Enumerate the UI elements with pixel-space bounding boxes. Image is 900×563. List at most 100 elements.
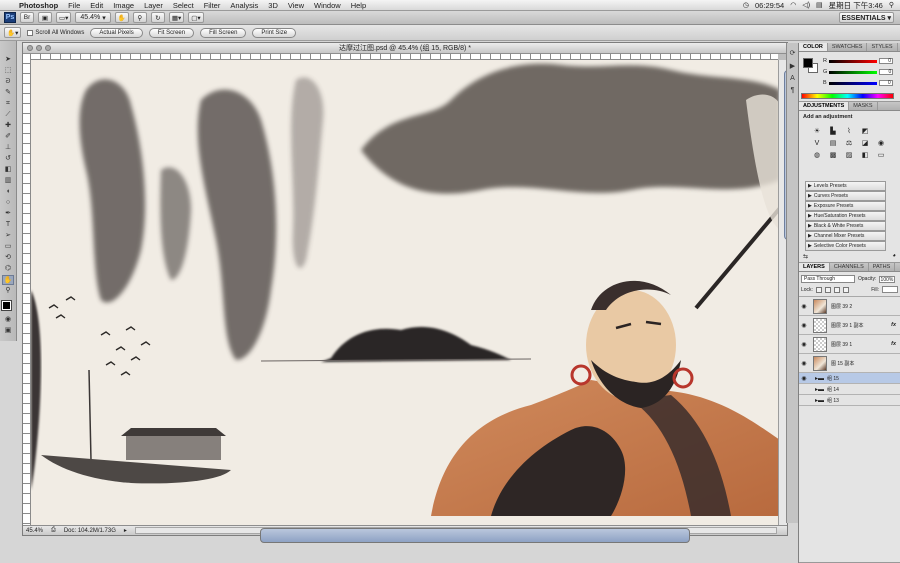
layer-effects-icon[interactable]: fx [891,322,896,328]
visibility-eye-icon[interactable]: ◉ [799,303,809,310]
hand-tool-icon[interactable]: ✋ [114,12,129,23]
visibility-eye-icon[interactable]: ◉ [799,360,809,367]
3d-rotate-tool-icon[interactable]: ⟲ [2,253,14,263]
clone-stamp-tool-icon[interactable]: ⊥ [2,143,14,153]
quick-select-tool-icon[interactable]: ✎ [2,88,14,98]
layer-row[interactable]: ◉ 图层 39 1 fx [799,335,900,354]
print-size-button[interactable]: Print Size [252,27,297,38]
layer-name[interactable]: 组 14 [827,386,839,393]
visibility-eye-icon[interactable]: ◉ [799,375,809,382]
layer-group-row-selected[interactable]: ◉ ▸▬ 组 15 [799,373,900,384]
layer-name[interactable]: 图层 39 1 副本 [831,322,864,329]
history-brush-tool-icon[interactable]: ↺ [2,154,14,164]
path-selection-tool-icon[interactable]: ➢ [2,231,14,241]
red-value[interactable]: 0 [878,58,893,64]
rotate-view-icon[interactable]: ↻ [150,12,165,23]
screen-mode-icon[interactable]: ▢▾ [188,12,204,23]
green-slider[interactable]: G 0 [823,69,894,75]
input-menu-icon[interactable]: ▤ [816,1,823,9]
color-spectrum-bar[interactable] [801,93,894,99]
red-slider[interactable]: R 0 [823,58,893,64]
menu-layer[interactable]: Layer [139,1,168,10]
lock-all-icon[interactable] [842,286,849,293]
black-white-icon[interactable]: ◪ [860,139,871,149]
preset-levels[interactable]: ▶ Levels Presets [805,181,886,191]
adjustment-options-icon[interactable]: ⇆ [803,253,808,260]
posterize-icon[interactable]: ▨ [844,151,855,161]
vertical-ruler[interactable] [23,54,31,525]
levels-icon[interactable]: ▙ [828,127,839,137]
dodge-tool-icon[interactable]: ○ [2,198,14,208]
horizontal-scroll-thumb[interactable] [259,528,690,543]
curves-icon[interactable]: ⌇ [844,127,855,137]
color-panel-foreground-swatch[interactable] [803,58,813,68]
preset-exposure[interactable]: ▶ Exposure Presets [805,201,886,211]
zoom-level-select[interactable]: 45.4% ▾ [75,12,111,23]
preset-selective-color[interactable]: ▶ Selective Color Presets [805,241,886,251]
menu-window[interactable]: Window [309,1,346,10]
menu-edit[interactable]: Edit [85,1,108,10]
preset-black-white[interactable]: ▶ Black & White Presets [805,221,886,231]
eyedropper-tool-icon[interactable]: ⟋ [2,110,14,120]
bridge-icon[interactable]: Br [20,12,34,23]
actual-pixels-button[interactable]: Actual Pixels [90,27,143,38]
eraser-tool-icon[interactable]: ◧ [2,165,14,175]
gradient-tool-icon[interactable]: ▥ [2,176,14,186]
fill-screen-button[interactable]: Fill Screen [200,27,247,38]
invert-icon[interactable]: ▩ [828,151,839,161]
healing-brush-tool-icon[interactable]: ✚ [2,121,14,131]
document-size-info[interactable]: Doc: 104.2M/1.73G [64,528,116,534]
tab-channels[interactable]: CHANNELS [830,263,869,271]
scroll-all-windows-checkbox[interactable]: Scroll All Windows [27,29,84,36]
spotlight-icon[interactable]: ⚲ [889,1,894,9]
blur-tool-icon[interactable]: ◖ [2,187,14,197]
menu-3d[interactable]: 3D [263,1,283,10]
menu-view[interactable]: View [283,1,309,10]
brush-tool-icon[interactable]: ✐ [2,132,14,142]
gradient-map-icon[interactable]: ▭ [876,151,887,161]
hand-tool-active-icon[interactable]: ✋ [2,275,14,285]
visibility-eye-icon[interactable]: ◉ [799,322,809,329]
pen-tool-icon[interactable]: ✒ [2,209,14,219]
visibility-eye-icon[interactable]: ◉ [799,341,809,348]
layer-effects-icon[interactable]: fx [891,341,896,347]
paragraph-panel-icon[interactable]: ¶ [791,87,795,94]
preset-curves[interactable]: ▶ Curves Presets [805,191,886,201]
vibrance-icon[interactable]: V [812,139,823,149]
crop-tool-icon[interactable]: ⌗ [2,99,14,109]
tab-paths[interactable]: PATHS [869,263,896,271]
hue-saturation-icon[interactable]: ▤ [828,139,839,149]
history-panel-icon[interactable]: ⟳ [790,49,796,57]
layer-row[interactable]: ◉ 图层 39 2 [799,297,900,316]
menu-image[interactable]: Image [108,1,139,10]
brightness-contrast-icon[interactable]: ☀ [812,127,823,137]
preset-hue-saturation[interactable]: ▶ Hue/Saturation Presets [805,211,886,221]
layer-name[interactable]: 图 15 副本 [831,360,854,367]
menu-analysis[interactable]: Analysis [225,1,263,10]
status-zoom[interactable]: 45.4% [26,528,43,534]
color-swatches[interactable] [0,300,15,314]
color-balance-icon[interactable]: ⚖ [844,139,855,149]
status-export-icon[interactable]: ⎙ [51,527,56,534]
screen-mode-toggle-icon[interactable]: ▣ [2,326,14,336]
shape-tool-icon[interactable]: ▭ [2,242,14,252]
character-panel-icon[interactable]: A [790,75,795,82]
fit-screen-button[interactable]: Fit Screen [148,27,195,38]
menu-file[interactable]: File [63,1,85,10]
clock-datetime[interactable]: 星期日 下午3:46 [829,0,883,11]
actions-panel-icon[interactable]: ▶ [790,62,795,70]
blue-value[interactable]: 0 [878,80,893,86]
mini-bridge-icon[interactable]: ▣ [38,12,52,23]
green-ramp[interactable] [829,70,878,74]
status-menu-icon[interactable]: ▸ [124,527,127,534]
fill-input[interactable] [882,286,898,293]
lasso-tool-icon[interactable]: ᘐ [2,77,14,87]
tool-preset-picker-icon[interactable]: ✋▾ [4,27,22,38]
workspace-switcher[interactable]: ESSENTIALS ▾ [838,12,894,23]
layer-group-row[interactable]: ▸▬ 组 13 [799,395,900,406]
menu-select[interactable]: Select [168,1,199,10]
zoom-tool-panel-icon[interactable]: ⚲ [2,286,14,296]
lock-pixels-icon[interactable] [824,286,831,293]
red-ramp[interactable] [828,59,877,63]
adjustment-clip-icon[interactable]: ◕ [892,253,896,260]
